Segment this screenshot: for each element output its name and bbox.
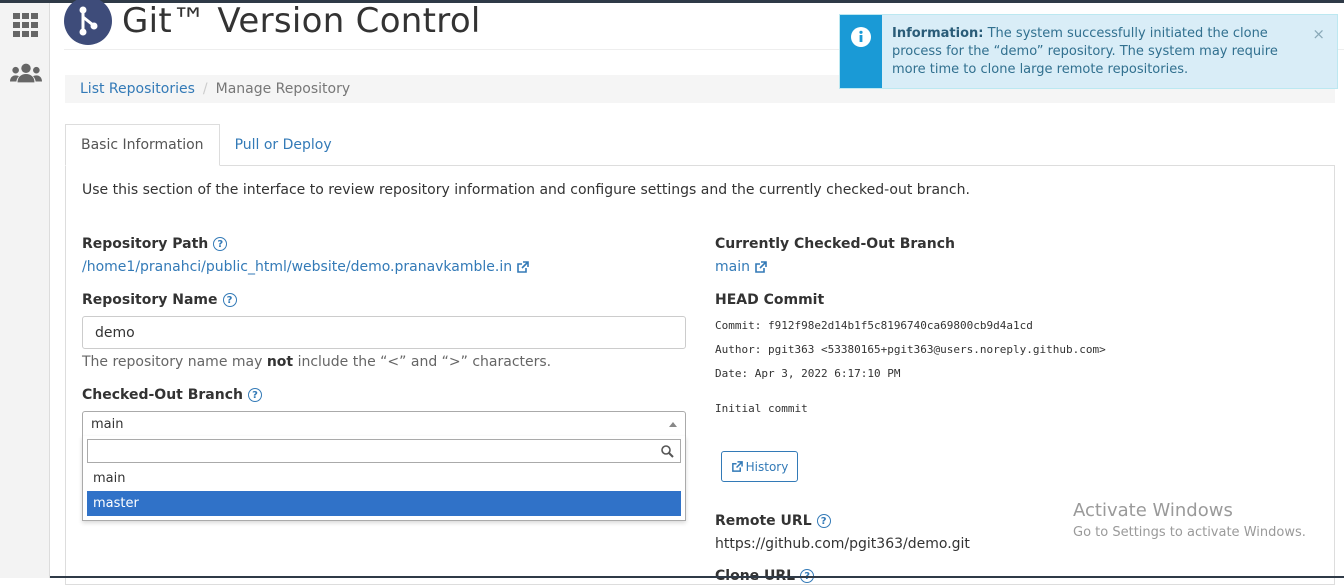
commit-hash-line: Commit: f912f98e2d14b1f5c8196740ca69800c…	[715, 319, 1033, 332]
history-button[interactable]: History	[721, 451, 798, 482]
checked-out-branch-label: Checked-Out Branch ?	[82, 387, 262, 403]
remote-url-value: https://github.com/pgit363/demo.git	[715, 536, 970, 552]
commit-date-line: Date: Apr 3, 2022 6:17:10 PM	[715, 367, 900, 380]
repository-path-label: Repository Path ?	[82, 236, 228, 252]
hint-text: The repository name may	[82, 354, 267, 370]
alert-message: Information: The system successfully ini…	[882, 15, 1322, 88]
alert-label: Information:	[892, 26, 984, 41]
external-link-icon	[731, 460, 743, 472]
basic-information-panel: Use this section of the interface to rev…	[65, 165, 1335, 585]
branch-option-master[interactable]: master	[87, 491, 681, 516]
commit-date: Apr 3, 2022 6:17:10 PM	[754, 367, 901, 380]
commit-label: Commit:	[715, 319, 762, 332]
repository-path-value[interactable]: /home1/pranahci/public_html/website/demo…	[82, 259, 512, 275]
activate-windows-title: Activate Windows	[1073, 500, 1233, 521]
sidebar	[0, 3, 50, 578]
checked-out-branch-label-text: Checked-Out Branch	[82, 387, 243, 403]
breadcrumb-list-repositories[interactable]: List Repositories	[80, 81, 195, 97]
commit-hash: f912f98e2d14b1f5c8196740ca69800cb9d4a1cd	[767, 319, 1033, 332]
hint-bold: not	[266, 354, 294, 370]
intro-text: Use this section of the interface to rev…	[82, 182, 970, 198]
apps-grid-icon[interactable]	[10, 11, 42, 39]
help-icon[interactable]: ?	[816, 514, 831, 528]
current-branch-label: Currently Checked-Out Branch	[715, 236, 955, 252]
hint-text-end: include the “<” and “>” characters.	[293, 354, 552, 370]
info-alert: Information: The system successfully ini…	[839, 14, 1338, 89]
current-branch-value[interactable]: main	[715, 259, 750, 275]
help-icon[interactable]: ?	[213, 237, 228, 251]
repository-path-link[interactable]: /home1/pranahci/public_html/website/demo…	[82, 259, 529, 275]
help-icon[interactable]: ?	[248, 388, 262, 402]
external-link-icon	[517, 260, 529, 273]
repository-name-label: Repository Name ?	[82, 292, 237, 308]
branch-select[interactable]: main	[82, 411, 686, 437]
history-button-label: History	[745, 459, 789, 474]
tab-pull-or-deploy[interactable]: Pull or Deploy	[220, 124, 347, 165]
search-icon	[661, 444, 674, 458]
date-label: Date:	[715, 367, 749, 380]
help-icon[interactable]: ?	[222, 293, 237, 307]
head-commit-label: HEAD Commit	[715, 292, 825, 308]
breadcrumb-separator: /	[202, 81, 208, 97]
main-content: Git™ Version Control List Repositories /…	[50, 0, 1344, 585]
branch-dropdown: main master	[82, 436, 686, 521]
page-header: Git™ Version Control	[64, 0, 481, 45]
repository-name-input[interactable]: demo	[82, 316, 686, 349]
breadcrumb-current: Manage Repository	[215, 81, 351, 97]
tab-basic-information[interactable]: Basic Information	[65, 124, 220, 166]
branch-option-main[interactable]: main	[87, 466, 681, 491]
branch-selected-value: main	[91, 416, 124, 432]
repository-path-label-text: Repository Path	[82, 236, 209, 252]
commit-author: pgit363 <53380165+pgit363@users.noreply.…	[767, 343, 1106, 356]
commit-message: Initial commit	[715, 402, 808, 415]
repository-name-hint: The repository name may not include the …	[82, 354, 551, 370]
alert-icon-bar	[840, 15, 882, 88]
author-label: Author:	[715, 343, 762, 356]
repository-name-label-text: Repository Name	[82, 292, 218, 308]
branch-search-input[interactable]	[87, 439, 681, 463]
page-title: Git™ Version Control	[122, 1, 481, 41]
users-icon[interactable]	[10, 59, 42, 87]
git-logo-icon	[64, 0, 112, 45]
activate-windows-subtitle: Go to Settings to activate Windows.	[1073, 525, 1306, 540]
close-icon[interactable]: ×	[1312, 25, 1325, 43]
tab-bar: Basic Information Pull or Deploy	[65, 124, 347, 166]
external-link-icon	[755, 260, 767, 273]
remote-url-label: Remote URL ?	[715, 513, 831, 529]
info-icon	[851, 27, 871, 47]
commit-author-line: Author: pgit363 <53380165+pgit363@users.…	[715, 343, 1106, 356]
caret-up-icon	[669, 421, 677, 427]
remote-url-label-text: Remote URL	[715, 513, 812, 529]
current-branch-link[interactable]: main	[715, 259, 767, 275]
